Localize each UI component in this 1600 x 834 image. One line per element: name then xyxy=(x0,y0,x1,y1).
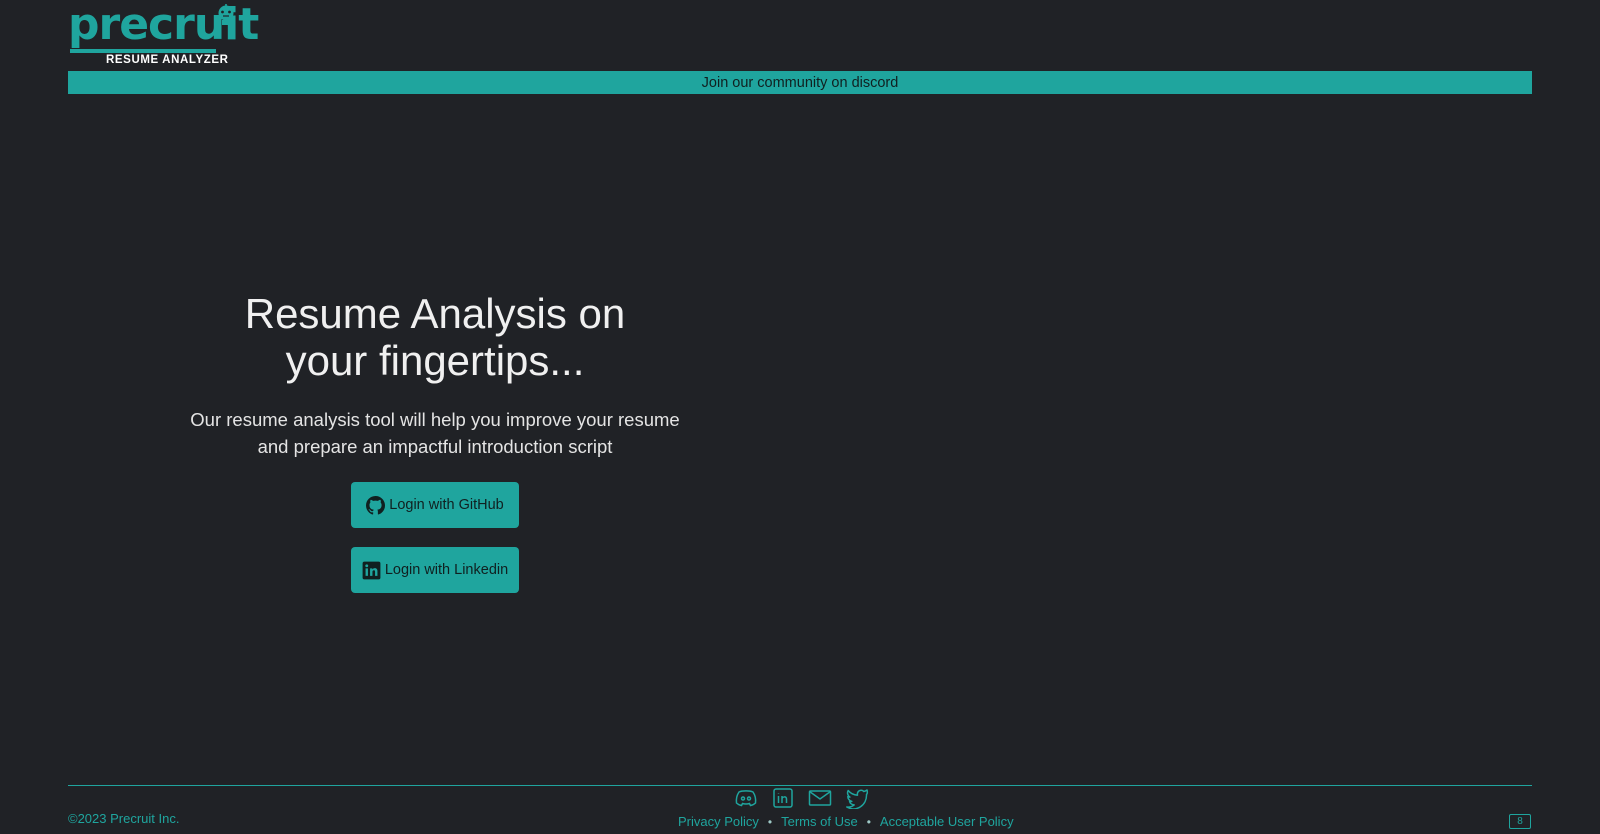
hero-title-line-2: your fingertips... xyxy=(285,337,585,384)
github-icon xyxy=(366,495,386,515)
terms-of-use-link[interactable]: Terms of Use xyxy=(781,814,858,829)
page: precruit RESUME ANALYZER Join our commun… xyxy=(0,0,1600,834)
footer-divider xyxy=(68,785,1532,786)
version-badge: 8 xyxy=(1509,814,1531,829)
discord-icon[interactable] xyxy=(734,787,758,809)
hero-subtitle-line-2: and prepare an impactful introduction sc… xyxy=(257,436,613,457)
login-github-button[interactable]: Login with GitHub xyxy=(351,482,519,528)
link-separator: • xyxy=(866,814,871,829)
logo[interactable]: precruit RESUME ANALYZER xyxy=(68,0,259,66)
hero-title-line-1: Resume Analysis on xyxy=(244,290,626,337)
discord-community-banner[interactable]: Join our community on discord xyxy=(68,71,1532,94)
hero-subtitle: Our resume analysis tool will help you i… xyxy=(170,406,700,460)
acceptable-user-policy-link[interactable]: Acceptable User Policy xyxy=(880,814,1014,829)
login-github-label: Login with GitHub xyxy=(389,497,504,513)
linkedin-icon xyxy=(362,561,381,580)
privacy-policy-link[interactable]: Privacy Policy xyxy=(678,814,759,829)
hero-subtitle-line-1: Our resume analysis tool will help you i… xyxy=(190,409,680,430)
mail-icon[interactable] xyxy=(808,787,832,809)
copyright: ©2023 Precruit Inc. xyxy=(68,811,180,826)
link-separator: • xyxy=(767,814,773,829)
linkedin-icon[interactable] xyxy=(771,787,795,809)
login-linkedin-button[interactable]: Login with Linkedin xyxy=(351,547,519,593)
login-linkedin-label: Login with Linkedin xyxy=(384,562,509,578)
robot-icon xyxy=(216,4,236,26)
logo-subtitle: RESUME ANALYZER xyxy=(106,54,229,66)
social-links xyxy=(734,787,869,809)
footer-links: Privacy Policy • Terms of Use • Acceptab… xyxy=(678,814,1014,829)
logo-underline xyxy=(70,49,216,53)
twitter-icon[interactable] xyxy=(845,787,869,809)
hero-title: Resume Analysis on your fingertips... xyxy=(170,290,700,384)
hero-section: Resume Analysis on your fingertips... Ou… xyxy=(170,290,700,593)
